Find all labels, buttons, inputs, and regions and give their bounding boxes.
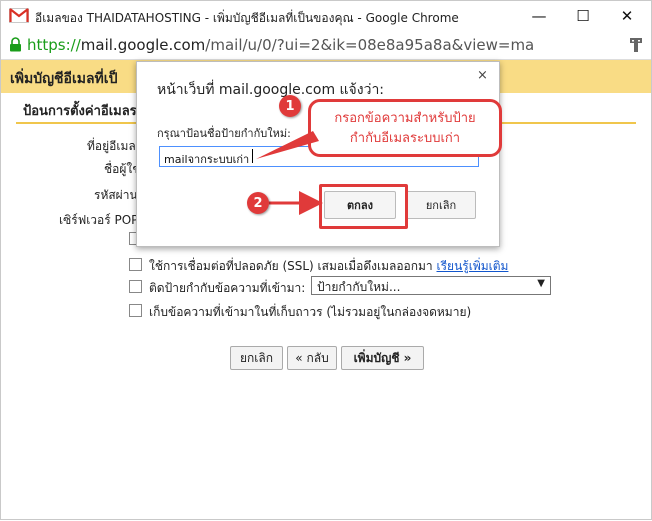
minimize-icon: — (531, 7, 547, 25)
cancel-button[interactable]: ยกเลิก (230, 346, 283, 370)
url-host: mail.google.com (80, 36, 206, 54)
label-incoming-text: ติดป้ายกำกับข้อความที่เข้ามา: (149, 281, 306, 295)
pop-server-label: เซิร์ฟเวอร์ POP (59, 213, 139, 227)
extension-icon[interactable] (629, 37, 643, 53)
callout-line-1: กรอกข้อความสำหรับป้าย (334, 111, 476, 126)
dialog-title: หน้าเว็บที่ mail.google.com แจ้งว่า: (157, 82, 385, 98)
minimize-button[interactable]: — (517, 1, 561, 31)
close-icon: ✕ (620, 7, 634, 25)
label-select[interactable]: ป้ายกำกับใหม่... ▼ (311, 276, 551, 295)
dialog-cancel-button[interactable]: ยกเลิก (406, 191, 476, 219)
url-scheme: https:// (27, 36, 81, 54)
archive-label: เก็บข้อความที่เข้ามาในที่เก็บถาวร (ไม่รว… (149, 305, 472, 319)
username-label: ชื่อผู้ใช (104, 162, 141, 176)
page-title: เพิ่มบัญชีอีเมลที่เป็ (10, 71, 118, 87)
close-window-button[interactable]: ✕ (605, 1, 649, 31)
maximize-icon: ☐ (576, 7, 590, 25)
dialog-close-icon[interactable]: × (477, 68, 488, 83)
ok-button-highlight (319, 184, 408, 229)
password-label: รหัสผ่าน (94, 188, 138, 202)
lock-icon (10, 37, 21, 52)
gmail-icon (9, 8, 29, 23)
label-select-value: ป้ายกำกับใหม่... (317, 280, 401, 294)
maximize-button[interactable]: ☐ (561, 1, 605, 31)
browser-window: อีเมลของ THAIDATAHOSTING - เพิ่มบัญชีอีเ… (0, 0, 652, 520)
step-1-badge: 1 (279, 95, 301, 117)
learn-more-link[interactable]: เรียนรู้เพิ่มเติม (437, 259, 509, 273)
archive-checkbox[interactable] (129, 304, 142, 317)
text-caret (252, 149, 253, 163)
url-path: /mail/u/0/?ui=2&ik=08e8a95a8a&view=ma (205, 36, 535, 54)
ssl-text: ใช้การเชื่อมต่อที่ปลอดภัย (SSL) เสมอเมื่… (149, 259, 433, 273)
add-account-button[interactable]: เพิ่มบัญชี » (341, 346, 424, 370)
label-incoming-checkbox[interactable] (129, 280, 142, 293)
dialog-prompt: กรุณาป้อนชื่อป้ายกำกับใหม่: (157, 127, 291, 140)
window-title: อีเมลของ THAIDATAHOSTING - เพิ่มบัญชีอีเ… (35, 11, 459, 25)
title-bar: อีเมลของ THAIDATAHOSTING - เพิ่มบัญชีอีเ… (1, 1, 651, 31)
url-text[interactable]: https://mail.google.com/mail/u/0/?ui=2&i… (27, 36, 534, 54)
email-label: ที่อยู่อีเมล (87, 139, 136, 153)
ssl-checkbox[interactable] (129, 258, 142, 271)
label-name-value: mailจากระบบเก่า (164, 153, 250, 166)
address-bar[interactable]: https://mail.google.com/mail/u/0/?ui=2&i… (1, 31, 651, 60)
step-2-badge: 2 (247, 192, 269, 214)
dropdown-arrow-icon: ▼ (537, 278, 545, 289)
callout-line-2: กำกับอีเมลระบบเก่า (349, 131, 461, 146)
section-title: ป้อนการตั้งค่าอีเมลร (23, 104, 137, 119)
back-button[interactable]: « กลับ (287, 346, 337, 370)
instruction-callout: กรอกข้อความสำหรับป้าย กำกับอีเมลระบบเก่า (308, 99, 502, 157)
ssl-label: ใช้การเชื่อมต่อที่ปลอดภัย (SSL) เสมอเมื่… (149, 257, 508, 276)
